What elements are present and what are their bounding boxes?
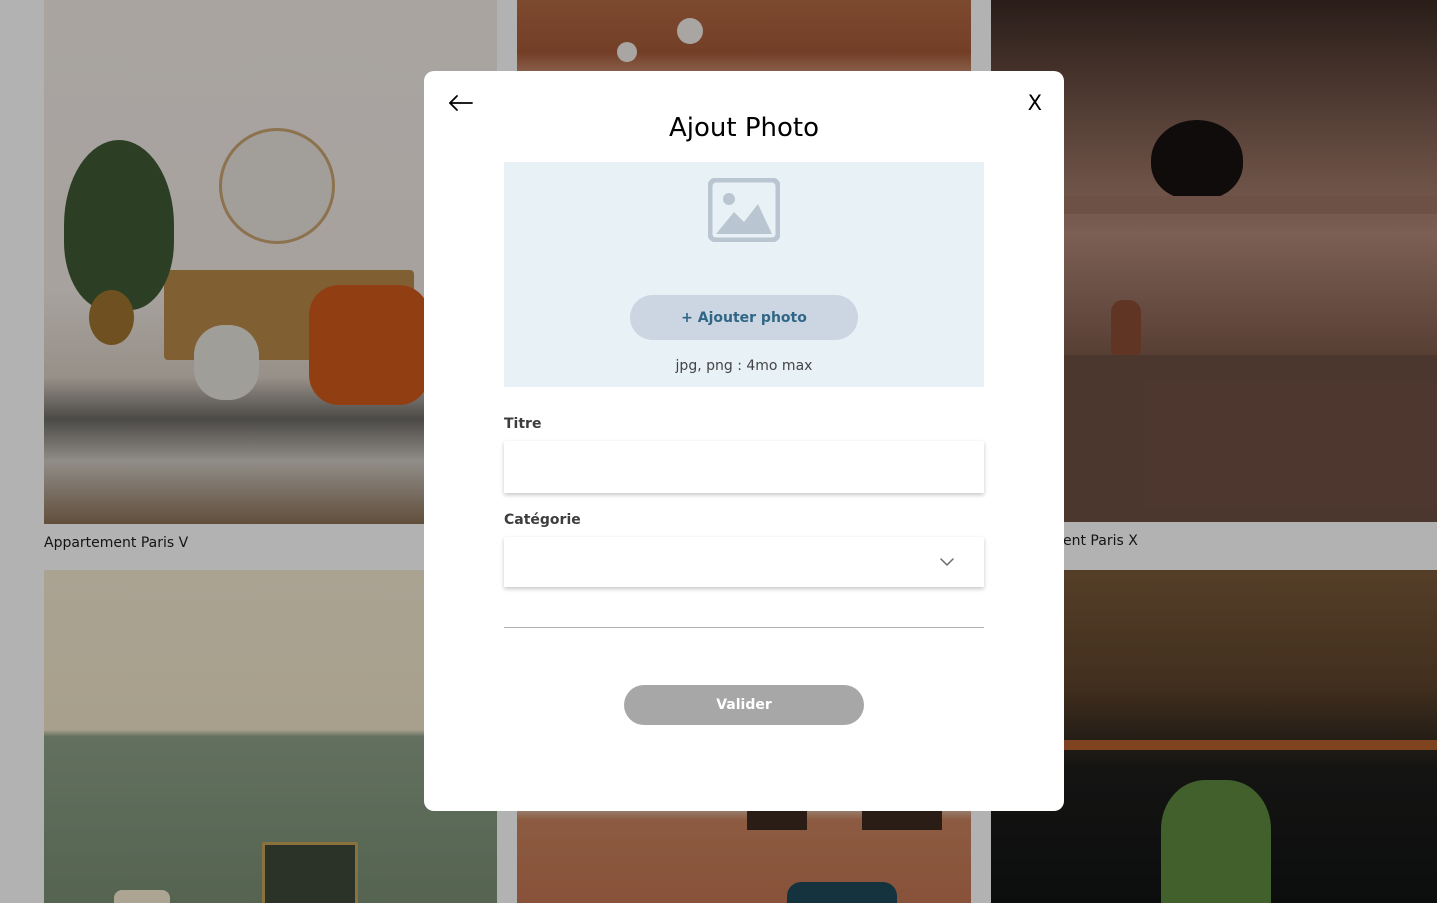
back-button[interactable] <box>448 93 474 113</box>
arrow-left-icon <box>449 95 473 111</box>
title-label: Titre <box>504 416 542 432</box>
category-select[interactable] <box>504 537 984 587</box>
title-input[interactable] <box>504 441 984 493</box>
photo-upload-zone[interactable]: + Ajouter photo jpg, png : 4mo max <box>504 162 984 387</box>
modal-title: Ajout Photo <box>668 113 820 143</box>
image-placeholder-icon <box>708 178 780 242</box>
add-photo-button[interactable]: + Ajouter photo <box>630 295 858 340</box>
form-divider <box>504 627 984 628</box>
submit-button[interactable]: Valider <box>624 685 864 725</box>
chevron-down-icon <box>940 558 954 566</box>
upload-format-hint: jpg, png : 4mo max <box>675 358 813 374</box>
category-label: Catégorie <box>504 512 581 528</box>
close-button[interactable]: X <box>1028 91 1042 115</box>
add-photo-modal: X Ajout Photo + Ajouter photo jpg, png :… <box>424 71 1064 811</box>
